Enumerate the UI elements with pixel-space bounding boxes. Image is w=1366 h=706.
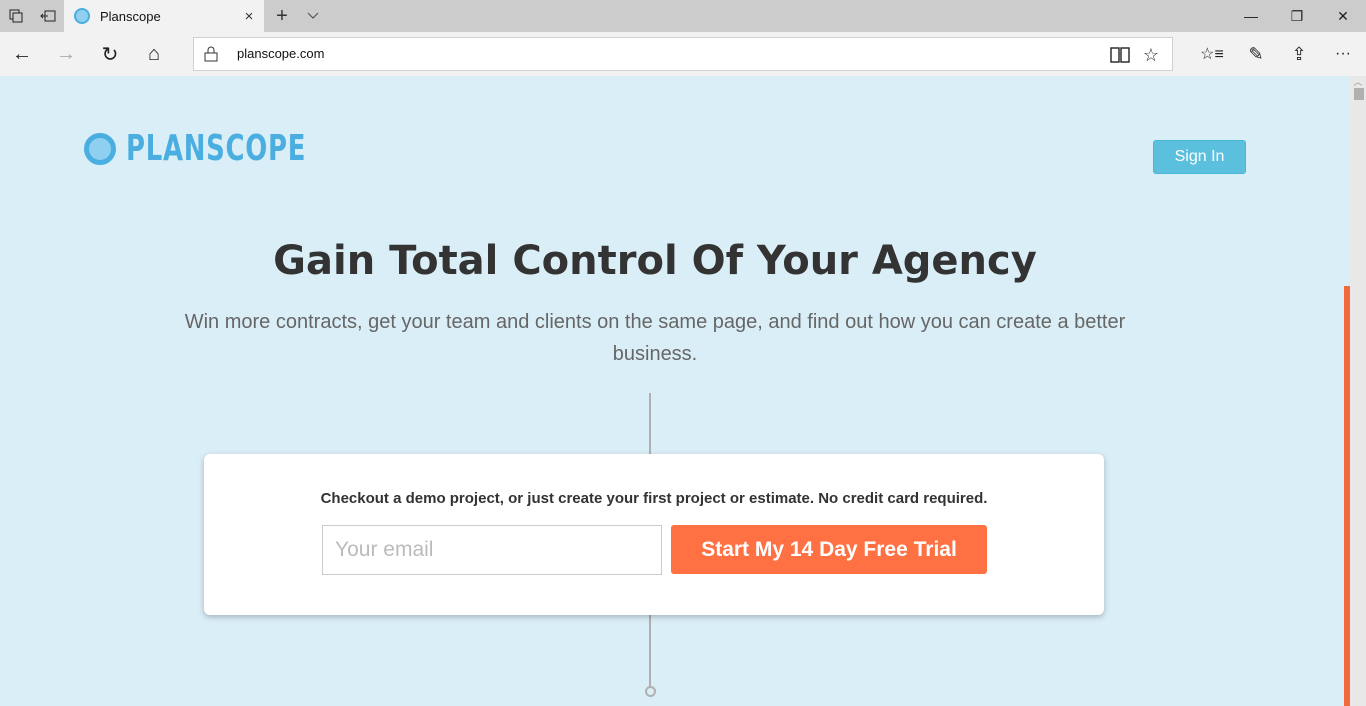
email-input[interactable] (322, 525, 662, 575)
signup-card: Checkout a demo project, or just create … (204, 454, 1104, 615)
scroll-up-arrow-icon[interactable]: ︿ (1350, 76, 1366, 88)
logo-text: PLANSCOPE (126, 128, 307, 169)
browser-navbar: ← → ↻ ⌂ planscope.com ☆ ☆≡ ✎ ⇪ ··· (0, 32, 1366, 76)
favorites-hub-icon[interactable]: ☆≡ (1190, 32, 1234, 76)
refresh-button[interactable]: ↻ (88, 32, 132, 76)
restore-button[interactable]: ❐ (1274, 0, 1320, 32)
share-icon[interactable]: ⇪ (1277, 32, 1321, 76)
hero-title: Gain Total Control Of Your Agency (273, 238, 1037, 284)
lock-icon (204, 46, 218, 62)
more-menu-icon[interactable]: ··· (1321, 32, 1365, 76)
connector-line-bottom (649, 614, 651, 688)
hero-subtitle: Win more contracts, get your team and cl… (184, 311, 1126, 365)
browser-tab[interactable]: Planscope × (64, 0, 264, 32)
planscope-logo[interactable]: PLANSCOPE (84, 128, 376, 169)
set-tabs-aside-icon[interactable] (32, 0, 64, 32)
tab-menu-chevron-icon[interactable] (300, 0, 326, 32)
url-text[interactable]: planscope.com (237, 46, 324, 61)
back-button[interactable]: ← (0, 32, 44, 76)
address-bar[interactable]: planscope.com ☆ (193, 37, 1173, 71)
connector-line-top (649, 393, 651, 455)
new-tab-button[interactable]: + (268, 0, 296, 32)
page-scrollbar[interactable]: ︿ (1350, 76, 1366, 706)
minimize-button[interactable]: — (1228, 0, 1274, 32)
scroll-thumb[interactable] (1354, 88, 1364, 100)
start-trial-button[interactable]: Start My 14 Day Free Trial (671, 525, 987, 574)
tab-actions-icon[interactable] (0, 0, 32, 32)
tab-title: Planscope (100, 8, 161, 24)
reading-view-icon[interactable] (1106, 41, 1134, 69)
web-notes-icon[interactable]: ✎ (1234, 32, 1278, 76)
sign-in-button[interactable]: Sign In (1153, 140, 1246, 174)
browser-titlebar: Planscope × + — ❐ ✕ (0, 0, 1366, 32)
signup-prompt: Checkout a demo project, or just create … (320, 490, 988, 507)
logo-circle-icon (84, 132, 116, 165)
page-content: PLANSCOPE Sign In Gain Total Control Of … (0, 76, 1350, 706)
forward-button[interactable]: → (44, 32, 88, 76)
home-button[interactable]: ⌂ (132, 32, 176, 76)
favorite-star-icon[interactable]: ☆ (1137, 41, 1165, 69)
planscope-favicon-icon (74, 8, 90, 24)
connector-dot-icon (645, 686, 656, 697)
tab-close-icon[interactable]: × (234, 8, 264, 25)
close-window-button[interactable]: ✕ (1320, 0, 1366, 32)
